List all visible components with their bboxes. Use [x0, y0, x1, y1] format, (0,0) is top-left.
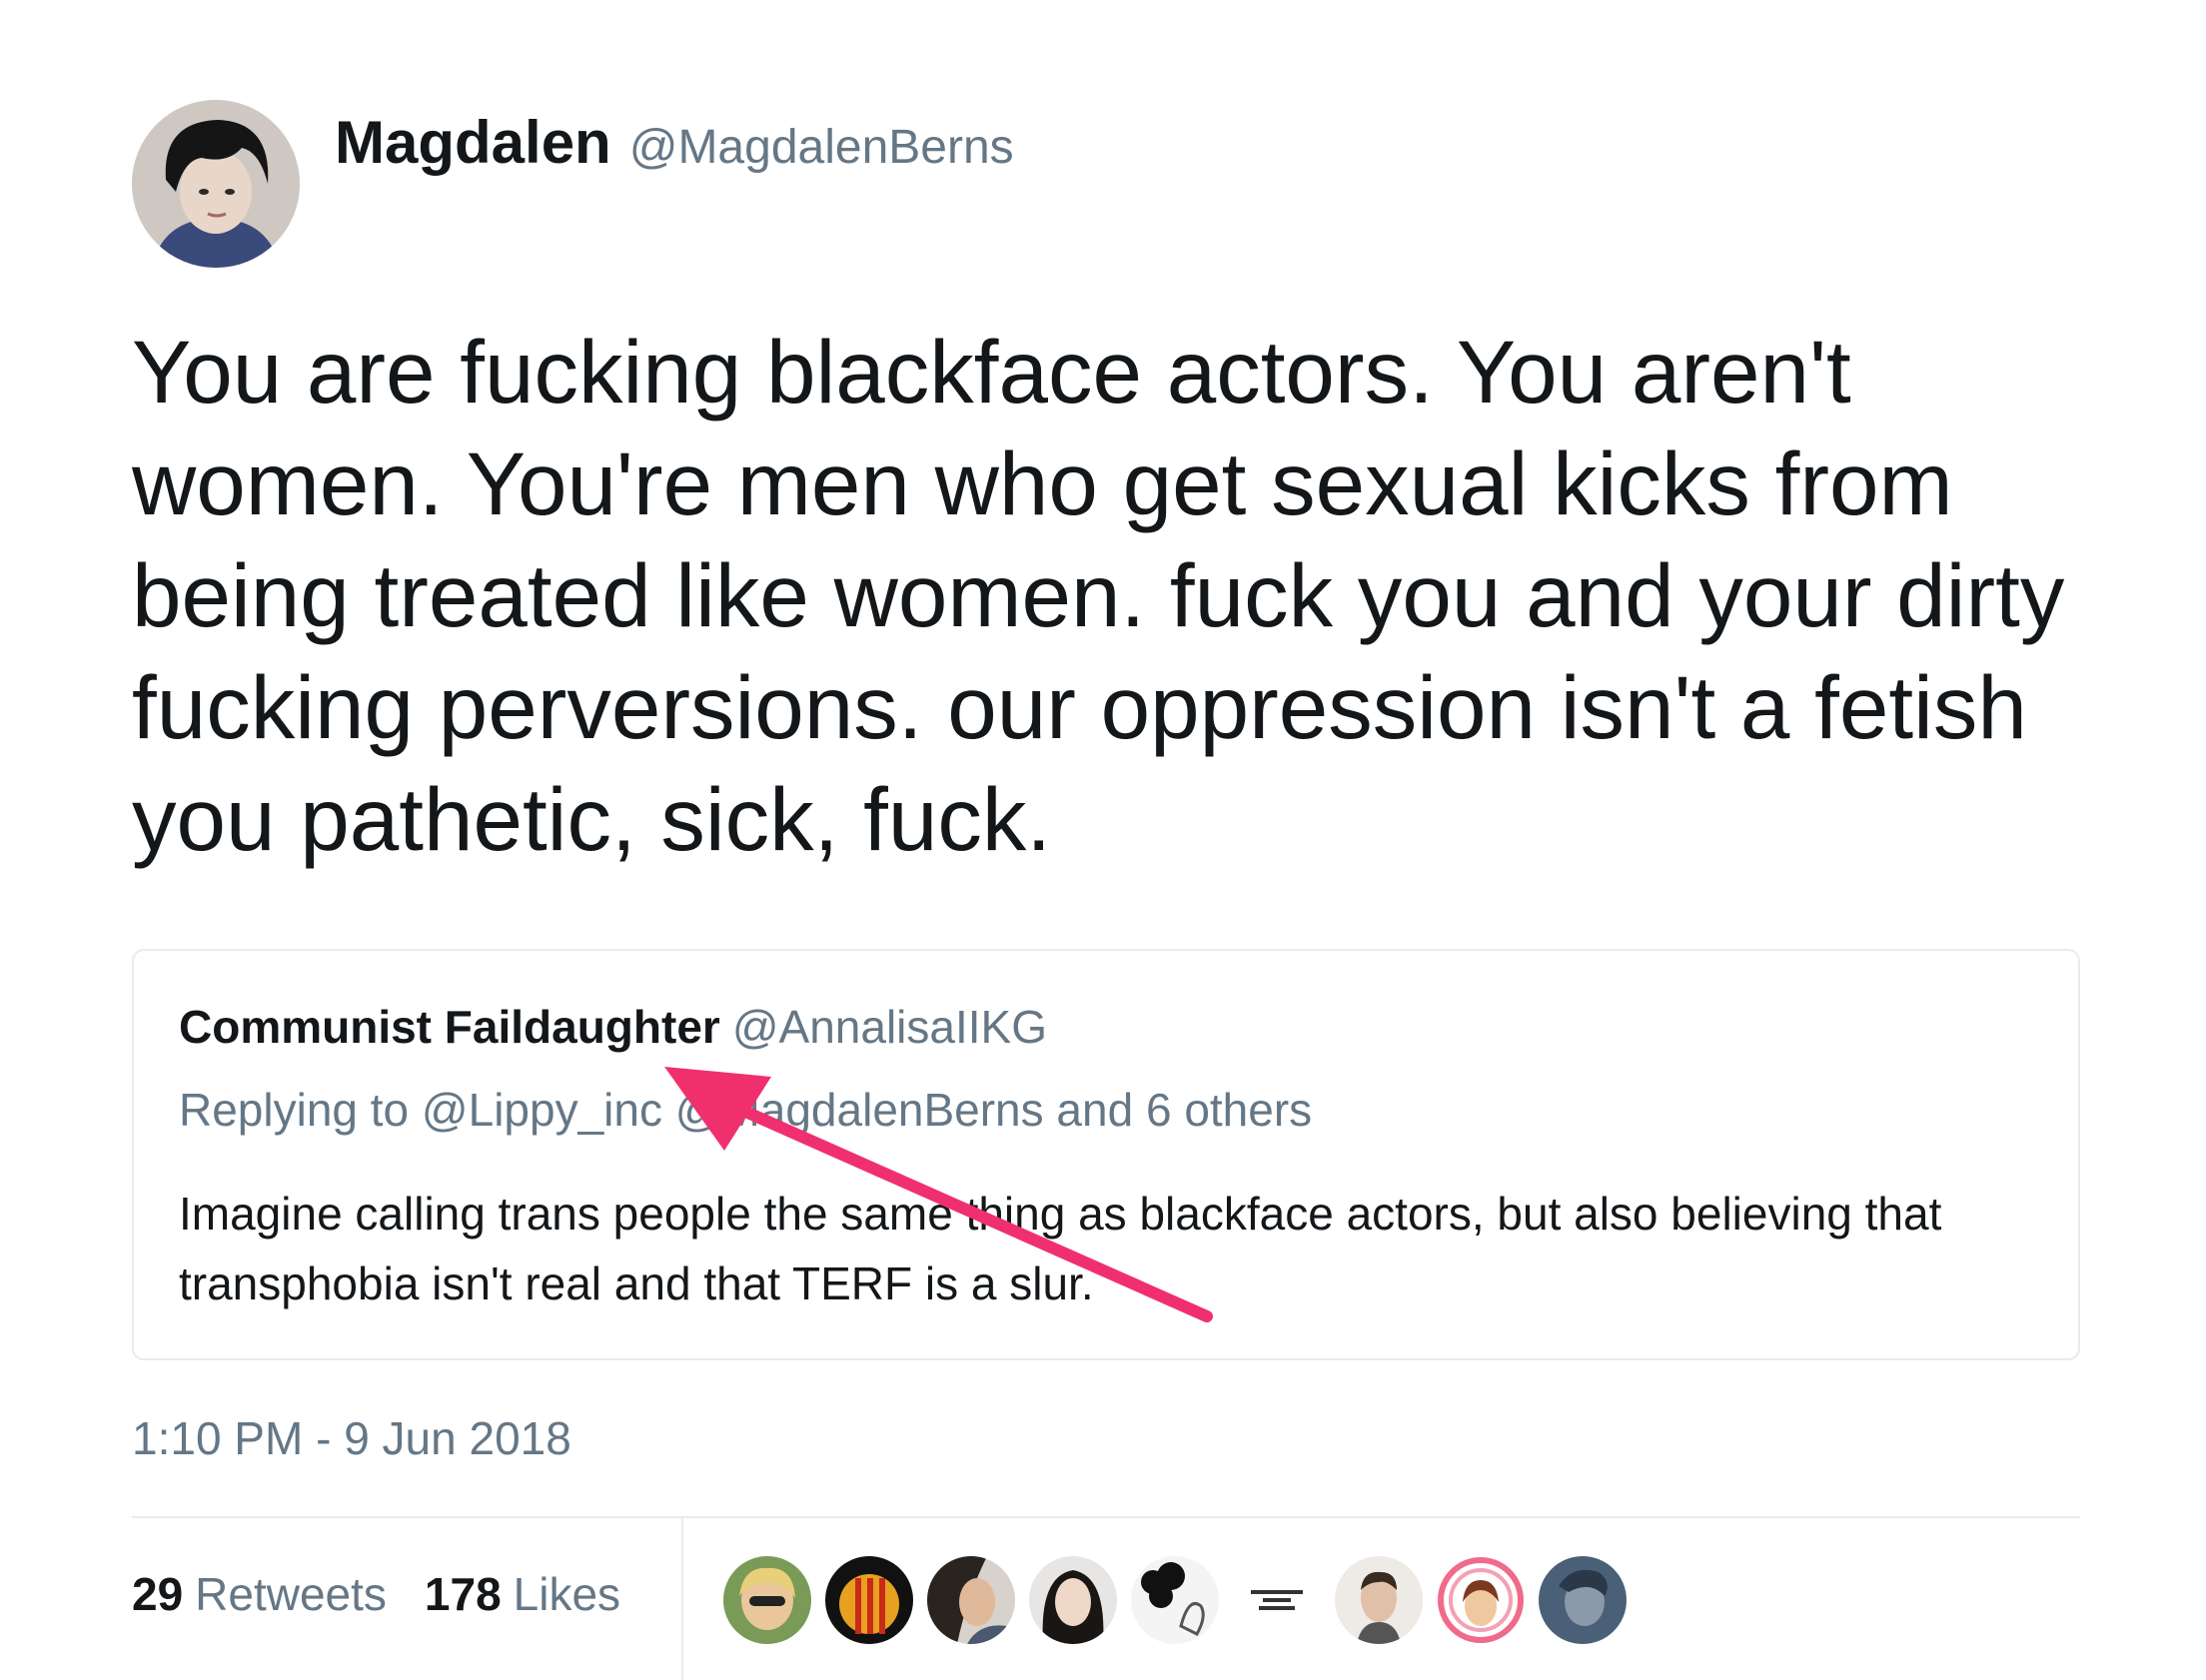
liker-avatar-6-icon: [1233, 1556, 1321, 1644]
liker-avatar-3[interactable]: [927, 1556, 1015, 1644]
liker-avatar-7[interactable]: [1335, 1556, 1423, 1644]
liker-avatar-1[interactable]: [723, 1556, 811, 1644]
author-header: Magdalen @MagdalenBerns: [335, 103, 1014, 183]
likes-count: 178: [424, 1568, 502, 1620]
tweet-stats: 29 Retweets 178 Likes: [132, 1564, 620, 1624]
quoted-author-header: Communist Faildaughter @AnnalisaIIKG: [179, 999, 1047, 1067]
likes-label: Likes: [513, 1568, 621, 1620]
liker-avatar-8[interactable]: [1437, 1556, 1525, 1644]
liker-avatar-4-icon: [1029, 1556, 1117, 1644]
author-handle[interactable]: @MagdalenBerns: [629, 121, 1014, 174]
liker-avatar-1-icon: [723, 1556, 811, 1644]
avatar-image: [132, 100, 300, 268]
tweet-text: You are fucking blackface actors. You ar…: [132, 322, 2065, 869]
retweets-count: 29: [132, 1568, 184, 1620]
quoted-author-name: Communist Faildaughter: [179, 1001, 720, 1053]
liker-avatar-5[interactable]: [1131, 1556, 1219, 1644]
liker-avatar-2[interactable]: [825, 1556, 913, 1644]
author-avatar[interactable]: [132, 100, 300, 268]
author-name[interactable]: Magdalen: [335, 109, 611, 176]
quoted-replying-to: Replying to @Lippy_inc @MagdalenBerns an…: [179, 1084, 1313, 1136]
retweets-stat[interactable]: 29 Retweets: [132, 1568, 387, 1620]
liker-avatar-2-icon: [825, 1556, 913, 1644]
liker-avatar-6[interactable]: [1233, 1556, 1321, 1644]
quoted-tweet-text: Imagine calling trans people the same th…: [179, 1188, 1942, 1309]
tweet-card: Magdalen @MagdalenBerns You are fucking b…: [0, 0, 2206, 1680]
liker-avatar-9-icon: [1539, 1556, 1627, 1644]
liker-avatar-7-icon: [1335, 1556, 1423, 1644]
stats-vertical-divider: [681, 1518, 683, 1680]
quoted-author-handle: @AnnalisaIIKG: [731, 1001, 1047, 1053]
tweet-timestamp[interactable]: 1:10 PM - 9 Jun 2018: [132, 1408, 571, 1468]
liker-avatar-8-icon: [1437, 1556, 1525, 1644]
quoted-tweet[interactable]: Communist Faildaughter @AnnalisaIIKG Repl…: [132, 949, 2080, 1360]
stats-divider: [132, 1516, 2080, 1518]
liker-avatar-3-icon: [927, 1556, 1015, 1644]
retweets-label: Retweets: [195, 1568, 387, 1620]
likes-stat[interactable]: 178 Likes: [425, 1568, 620, 1620]
liker-avatar-9[interactable]: [1539, 1556, 1627, 1644]
liker-avatar-4[interactable]: [1029, 1556, 1117, 1644]
liker-avatar-5-icon: [1131, 1556, 1219, 1644]
